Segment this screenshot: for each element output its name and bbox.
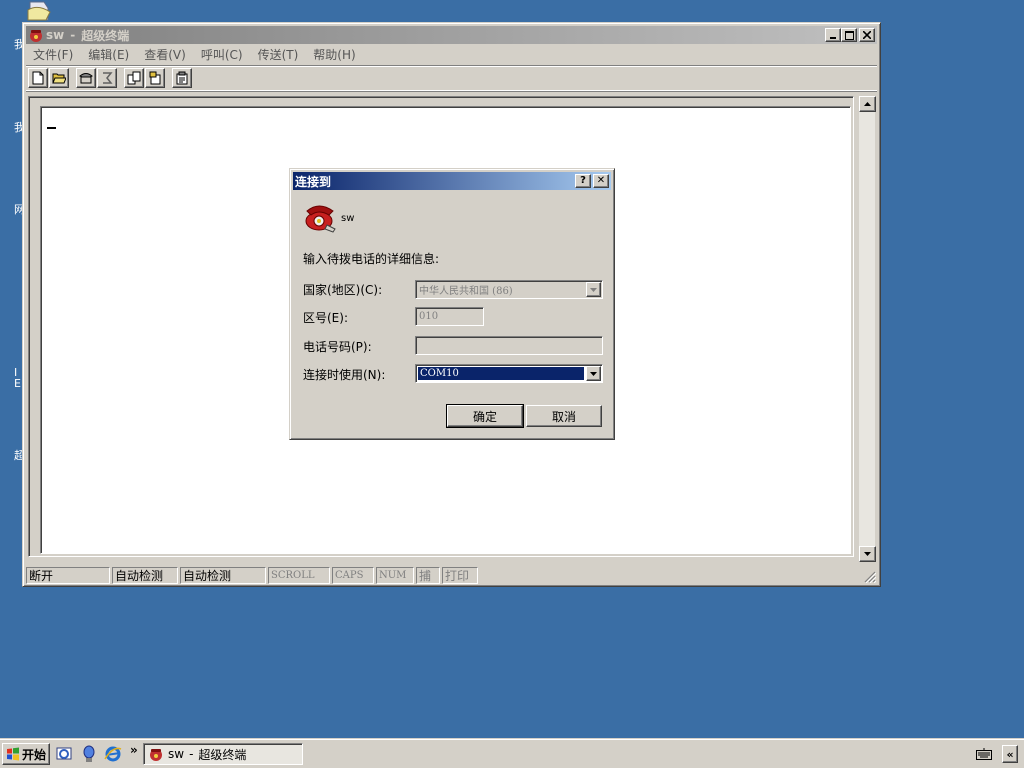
send-button[interactable] [124,68,144,88]
phone-dial-icon [79,73,93,84]
cancel-button[interactable]: 取消 [526,405,602,427]
taskbar-item-separator: - [189,747,194,761]
start-label: 开始 [22,747,47,762]
window-title-name: sw [46,28,65,42]
window-title-app: 超级终端 [81,28,130,43]
receive-file-icon [149,71,161,85]
area-code-label: 区号(E): [303,311,348,325]
maximize-button[interactable] [841,28,857,42]
system-tray: « [972,743,1022,765]
dialog-help-button[interactable]: ? [575,174,591,188]
dialog-close-button[interactable]: ✕ [593,174,609,188]
status-scroll: SCROLL [268,566,330,584]
resize-grip-icon[interactable] [864,571,876,583]
disconnect-button[interactable] [97,68,117,88]
terminal-cursor [47,127,56,129]
receive-button[interactable] [145,68,165,88]
menu-view[interactable]: 查看(V) [137,46,194,63]
minimize-icon [830,37,836,39]
area-code-value: 010 [419,311,439,322]
taskbar-item-app: 超级终端 [198,747,247,762]
network-shortcut-icon[interactable] [80,745,98,763]
taskbar-item-hyperterminal[interactable]: sw - 超级终端 [143,743,303,765]
menu-help[interactable]: 帮助(H) [306,46,363,63]
window-titlebar[interactable]: sw - 超级终端 [26,26,877,44]
connect-to-dialog: 连接到 ? ✕ sw 输入待拨电话的详细信息: 国家(地区)(C): 中华人民共… [289,168,615,440]
chevron-down-icon [590,287,597,292]
connection-name: sw [341,213,355,224]
phone-number-label: 电话号码(P): [303,340,372,354]
scroll-down-button[interactable] [859,546,876,562]
call-button[interactable] [76,68,96,88]
send-file-icon [127,71,141,85]
status-num: NUM [376,566,414,584]
new-file-icon [32,71,44,85]
minimize-button[interactable] [825,28,841,42]
menu-bar: 文件(F) 编辑(E) 查看(V) 呼叫(C) 传送(T) 帮助(H) [26,45,877,64]
connect-using-value: COM10 [418,367,584,380]
open-folder-icon [52,73,66,84]
windows-logo-icon [7,747,19,761]
phone-number-field[interactable] [415,336,603,355]
hyperterminal-phone-icon [30,30,42,42]
toolbar [26,65,877,91]
properties-icon [176,71,188,85]
desktop-document-icon[interactable] [24,0,52,22]
internet-explorer-icon[interactable] [104,745,122,763]
status-caps: CAPS [332,566,374,584]
ok-button[interactable]: 确定 [446,404,524,428]
connect-using-dropdown-button[interactable] [586,366,601,381]
menu-transfer[interactable]: 传送(T) [251,46,307,63]
scroll-up-button[interactable] [859,96,876,112]
country-value: 中华人民共和国 (86) [419,286,513,297]
dialog-prompt: 输入待拨电话的详细信息: [303,252,440,266]
status-detect-2: 自动检测 [180,566,266,584]
arrow-up-icon [864,102,871,106]
area-code-field[interactable]: 010 [415,307,484,326]
desktop-shortcut-icon[interactable] [55,745,73,763]
keyboard-icon[interactable] [976,748,992,760]
quicklaunch-chevron[interactable]: » [130,743,138,757]
taskbar-item-name: sw [168,747,185,761]
chevron-down-icon [590,371,597,376]
country-label: 国家(地区)(C): [303,283,383,297]
window-title-separator: - [70,28,76,42]
taskbar: 开始 » sw - 超级终端 « [0,738,1024,768]
status-bar: 断开 自动检测 自动检测 SCROLL CAPS NUM 捕 打印 [26,566,877,584]
hang-up-icon [103,72,113,84]
maximize-icon [844,30,854,40]
status-capture: 捕 [416,566,440,584]
vertical-scrollbar[interactable] [858,96,876,562]
status-print: 打印 [442,566,478,584]
menu-edit[interactable]: 编辑(E) [81,46,137,63]
hyperterminal-phone-icon [150,749,162,761]
status-detect-1: 自动检测 [112,566,178,584]
properties-button[interactable] [172,68,192,88]
connect-using-select[interactable]: COM10 [415,364,603,383]
country-select[interactable]: 中华人民共和国 (86) [415,280,603,299]
start-button[interactable]: 开始 [2,743,50,765]
tray-expand-button[interactable]: « [1002,745,1018,763]
connection-phone-icon [305,205,336,233]
status-connection: 断开 [26,566,110,584]
dialog-title: 连接到 [295,174,332,189]
arrow-down-icon [864,552,871,556]
close-button[interactable] [859,28,875,42]
new-button[interactable] [28,68,48,88]
menu-file[interactable]: 文件(F) [26,46,81,63]
country-dropdown-button[interactable] [586,282,601,297]
connect-using-label: 连接时使用(N): [303,368,386,382]
open-button[interactable] [49,68,69,88]
menu-call[interactable]: 呼叫(C) [194,46,251,63]
close-icon [863,31,871,39]
dialog-titlebar[interactable]: 连接到 ? ✕ [293,172,611,190]
